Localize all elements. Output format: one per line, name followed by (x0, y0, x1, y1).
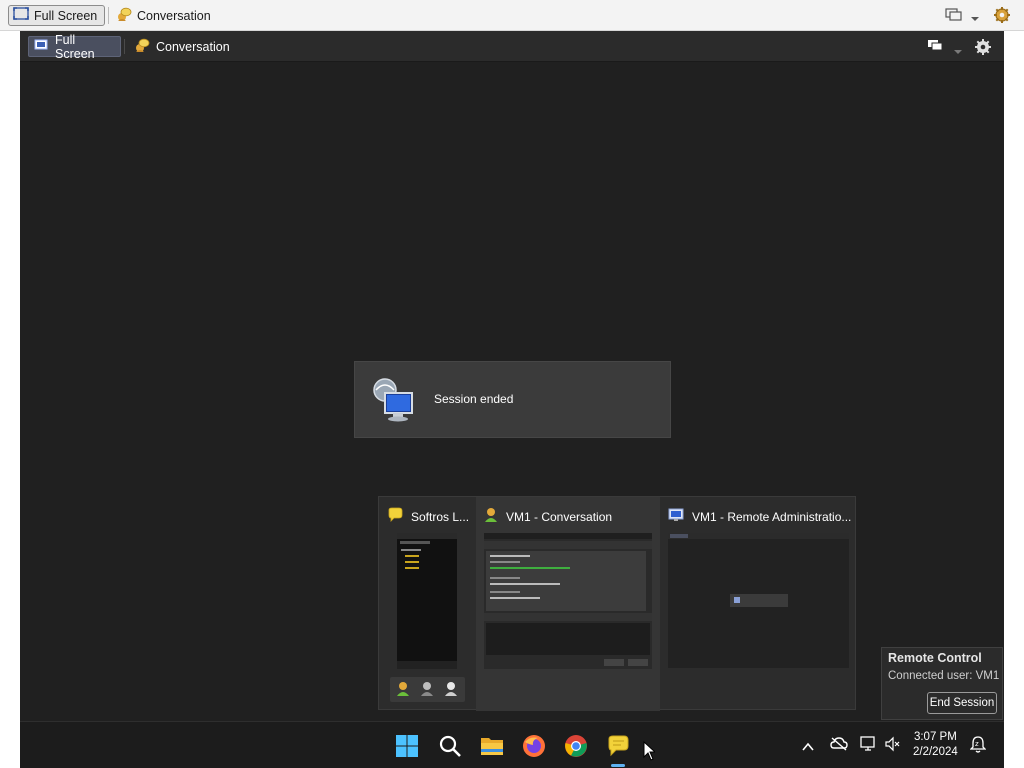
settings-gear-icon[interactable] (993, 6, 1011, 29)
user-icon (484, 507, 498, 526)
outer-toolbar: Full Screen Conversation (0, 0, 1024, 31)
dropdown-arrow-icon[interactable] (953, 43, 963, 61)
dropdown-arrow-icon[interactable] (970, 10, 980, 28)
active-app-indicator (611, 764, 625, 767)
notification-bell-icon[interactable]: z (969, 735, 987, 758)
clock-date: 2/2/2024 (913, 746, 958, 758)
thumbnail-preview (397, 533, 457, 669)
thumbnail-preview (668, 533, 849, 668)
volume-muted-icon[interactable] (884, 736, 900, 757)
windows-taskbar: 3:07 PM 2/2/2024 z (20, 721, 1004, 768)
monitor-switch-icon[interactable] (927, 39, 945, 58)
softros-messenger-icon[interactable] (606, 734, 630, 758)
thumbnail-title: VM1 - Conversation (484, 507, 612, 526)
chat-bubble-icon (387, 507, 403, 526)
thumbnail-user-strip (390, 677, 465, 702)
remote-admin-icon (668, 507, 684, 526)
search-icon[interactable] (438, 734, 462, 758)
remote-full-screen-label: Full Screen (55, 32, 95, 61)
taskbar-clock[interactable]: 3:07 PM 2/2/2024 (913, 730, 958, 760)
toolbar-separator (108, 7, 109, 24)
thumbnail-preview (484, 533, 652, 669)
mouse-cursor-icon (643, 740, 657, 766)
start-icon[interactable] (395, 734, 419, 758)
thumbnail-title: VM1 - Remote Administratio... (668, 507, 851, 526)
remote-control-panel: Remote Control Connected user: VM1 End S… (881, 647, 1003, 720)
thumbnail-vm1-remote-admin[interactable]: VM1 - Remote Administratio... (660, 497, 857, 711)
user-icon (396, 681, 410, 702)
conversation-icon (116, 7, 132, 25)
settings-gear-icon[interactable] (974, 38, 992, 61)
clock-time: 3:07 PM (913, 731, 957, 743)
full-screen-label: Full Screen (34, 8, 98, 23)
firefox-icon[interactable] (522, 734, 546, 758)
remote-toolbar: Full Screen Conversation (20, 31, 1004, 62)
remote-full-screen-button[interactable]: Full Screen (28, 33, 121, 61)
remote-computer-icon (371, 376, 415, 427)
file-explorer-icon[interactable] (480, 734, 504, 758)
network-icon[interactable] (860, 736, 878, 757)
session-ended-message: Session ended (434, 392, 514, 406)
conversation-label: Conversation (137, 8, 211, 23)
remote-conversation-button[interactable]: Conversation (130, 36, 236, 57)
onedrive-icon[interactable] (830, 736, 848, 757)
thumbnail-title: Softros L... (387, 507, 469, 526)
thumbnail-softros[interactable]: Softros L... (379, 497, 476, 711)
fullscreen-icon (13, 7, 29, 24)
remote-screen[interactable]: Full Screen Conversation Session ended S… (20, 31, 1004, 768)
thumbnail-vm1-conversation[interactable]: VM1 - Conversation (476, 497, 660, 711)
remote-conversation-label: Conversation (156, 39, 230, 54)
session-ended-popup: Session ended (354, 361, 671, 438)
remote-control-title: Remote Control (888, 651, 982, 665)
user-icon (420, 681, 434, 702)
connected-user-text: Connected user: VM1 (888, 670, 1000, 682)
toolbar-separator (124, 39, 125, 54)
conversation-icon (134, 38, 150, 56)
fullscreen-icon (33, 38, 49, 55)
monitor-switch-icon[interactable] (945, 7, 963, 28)
conversation-button[interactable]: Conversation (112, 5, 217, 26)
taskbar-thumbnail-flyout: Softros L... VM1 - Conversation VM1 - Re… (378, 496, 857, 711)
chrome-icon[interactable] (564, 734, 588, 758)
user-icon (444, 681, 458, 702)
full-screen-button[interactable]: Full Screen (8, 5, 105, 26)
svg-text:z: z (975, 740, 979, 748)
show-hidden-icons-chevron-icon[interactable] (802, 739, 814, 757)
end-session-button[interactable]: End Session (927, 692, 997, 714)
